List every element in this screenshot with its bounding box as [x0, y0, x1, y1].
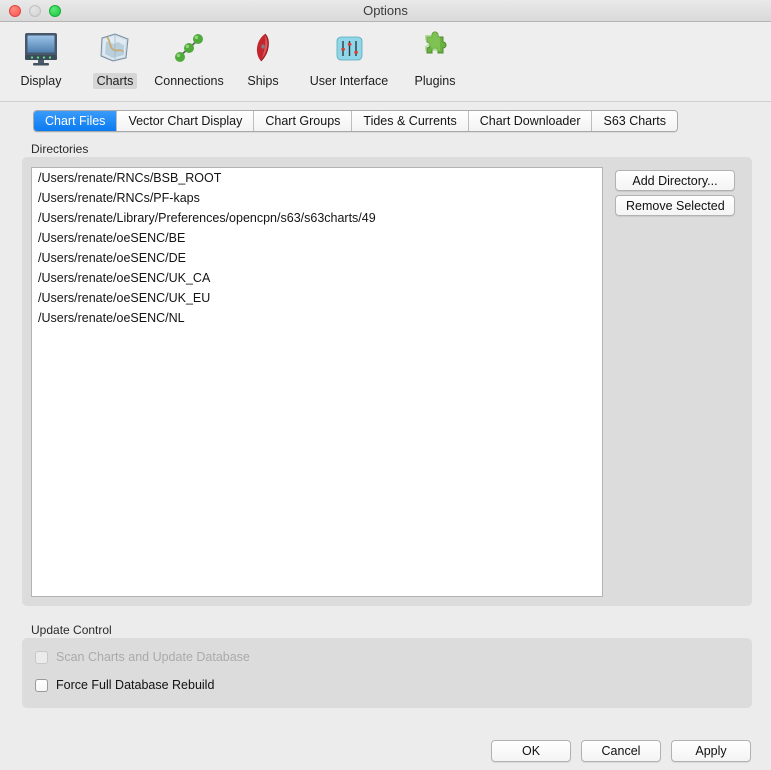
list-item[interactable]: /Users/renate/oeSENC/DE	[32, 248, 602, 268]
toolbar-label-ships: Ships	[247, 74, 279, 88]
toolbar-item-plugins[interactable]: Plugins	[398, 22, 472, 89]
directories-list[interactable]: /Users/renate/RNCs/BSB_ROOT /Users/renat…	[31, 167, 603, 597]
toolbar-label-user-interface: User Interface	[309, 74, 389, 88]
chart-options-tabs: Chart Files Vector Chart Display Chart G…	[33, 110, 679, 132]
list-item[interactable]: /Users/renate/RNCs/PF-kaps	[32, 188, 602, 208]
list-item[interactable]: /Users/renate/oeSENC/UK_CA	[32, 268, 602, 288]
connections-icon	[167, 26, 211, 70]
tab-chart-groups[interactable]: Chart Groups	[254, 111, 353, 131]
dialog-buttons: OK Cancel Apply	[491, 740, 751, 762]
toolbar-label-plugins: Plugins	[414, 74, 456, 88]
list-item[interactable]: /Users/renate/RNCs/BSB_ROOT	[32, 168, 602, 188]
scan-charts-label: Scan Charts and Update Database	[56, 650, 250, 664]
toolbar-item-ships[interactable]: Ships	[226, 22, 300, 89]
tab-chart-downloader[interactable]: Chart Downloader	[468, 111, 593, 131]
list-item[interactable]: /Users/renate/oeSENC/BE	[32, 228, 602, 248]
directories-group-label: Directories	[31, 142, 89, 156]
force-rebuild-checkbox-row[interactable]: Force Full Database Rebuild	[35, 678, 214, 692]
tab-chart-files[interactable]: Chart Files	[34, 111, 118, 131]
force-rebuild-checkbox[interactable]	[35, 678, 48, 692]
ok-button[interactable]: OK	[491, 740, 571, 762]
apply-button[interactable]: Apply	[671, 740, 751, 762]
force-rebuild-label: Force Full Database Rebuild	[56, 678, 215, 692]
list-item[interactable]: /Users/renate/oeSENC/NL	[32, 308, 602, 328]
add-directory-button[interactable]: Add Directory...	[615, 170, 735, 191]
update-control-group-label: Update Control	[31, 623, 112, 637]
scan-charts-checkbox-row: Scan Charts and Update Database	[35, 650, 250, 664]
toolbar-label-charts: Charts	[92, 73, 138, 89]
window-titlebar: Options	[0, 0, 771, 22]
remove-selected-button[interactable]: Remove Selected	[615, 195, 735, 216]
window-title: Options	[363, 3, 408, 18]
dialog-footer: OK Cancel Apply	[0, 712, 771, 770]
charts-icon	[93, 26, 137, 70]
cancel-button[interactable]: Cancel	[581, 740, 661, 762]
window-controls	[9, 4, 61, 17]
toolbar-label-connections: Connections	[154, 74, 224, 88]
update-control-group-box	[22, 638, 752, 708]
ship-icon	[241, 26, 285, 70]
toolbar-label-display: Display	[20, 74, 62, 88]
options-toolbar: Display Charts Connections Ships User In…	[0, 22, 771, 102]
puzzle-piece-icon	[413, 26, 457, 70]
tab-vector-chart-display[interactable]: Vector Chart Display	[117, 111, 255, 131]
list-item[interactable]: /Users/renate/oeSENC/UK_EU	[32, 288, 602, 308]
toolbar-item-display[interactable]: Display	[4, 22, 78, 89]
maximize-window-button[interactable]	[49, 4, 61, 17]
toolbar-item-charts[interactable]: Charts	[78, 22, 152, 89]
toolbar-item-connections[interactable]: Connections	[152, 22, 226, 89]
directory-actions: Add Directory... Remove Selected	[615, 170, 735, 216]
minimize-window-button[interactable]	[29, 4, 41, 17]
list-item[interactable]: /Users/renate/Library/Preferences/opencp…	[32, 208, 602, 228]
monitor-icon	[19, 26, 63, 70]
tab-s63-charts[interactable]: S63 Charts	[592, 111, 678, 131]
toolbar-item-user-interface[interactable]: User Interface	[300, 22, 398, 89]
tab-tides-and-currents[interactable]: Tides & Currents	[352, 111, 469, 131]
scan-charts-checkbox	[35, 650, 48, 664]
sliders-icon	[327, 26, 371, 70]
close-window-button[interactable]	[9, 4, 21, 17]
options-dialog: Options Display Charts Connections Ships…	[0, 0, 771, 770]
